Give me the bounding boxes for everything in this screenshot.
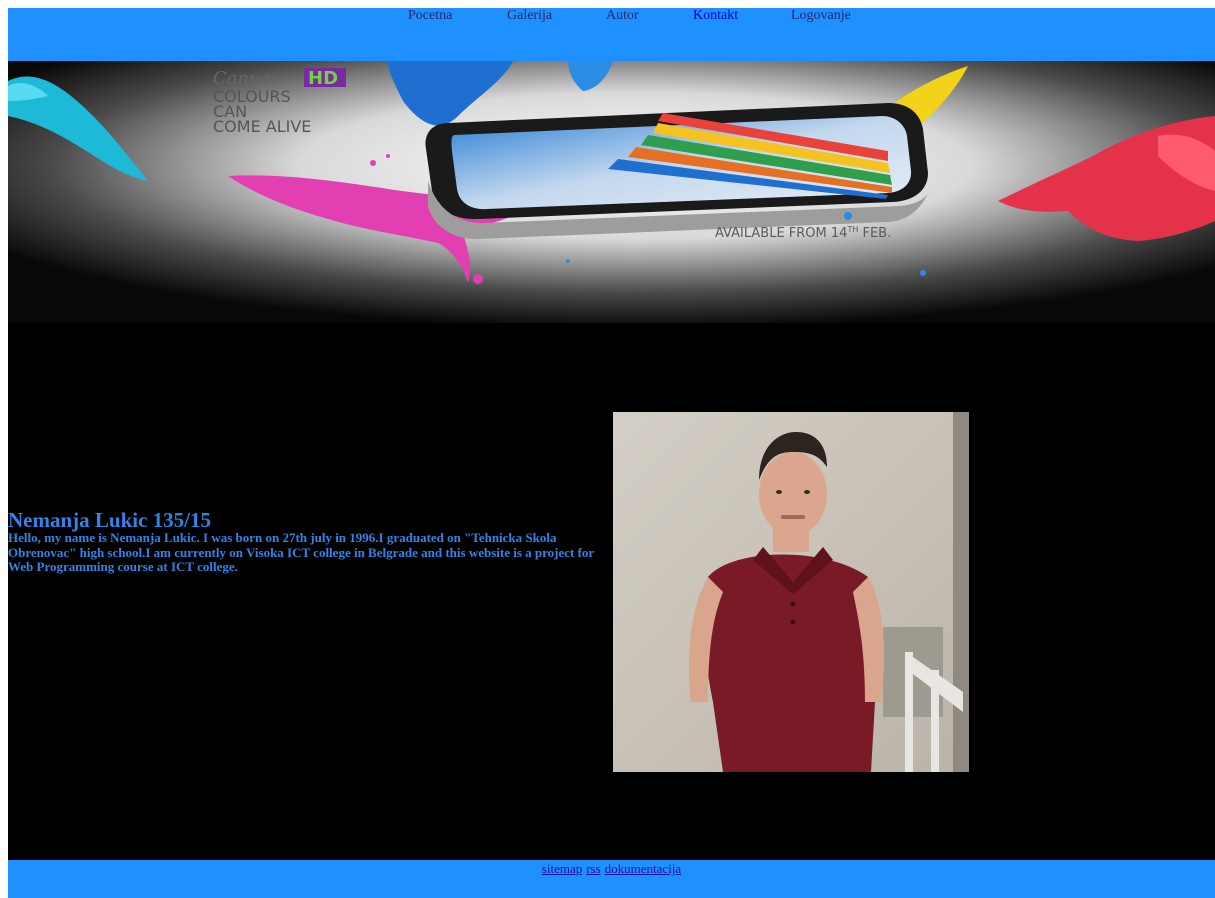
about-text: Hello, my name is Nemanja Lukic. I was b… [8, 530, 594, 574]
banner-tagline-3: COME ALIVE [213, 117, 311, 136]
footer-link-dokumentacija[interactable]: dokumentacija [605, 861, 682, 876]
nav-link-logovanje[interactable]: Logovanje [791, 8, 851, 24]
banner-availability-text: AVAILABLE FROM 14TH FEB. [715, 225, 891, 241]
banner-brand-text: Canvas [213, 68, 279, 89]
nav-link-kontakt[interactable]: Kontakt [693, 8, 738, 24]
about-section: Nemanja Lukic 135/15 Hello, my name is N… [8, 323, 1215, 860]
about-title: Nemanja Lukic 135/15 [8, 508, 212, 532]
footer-link-rss[interactable]: rss [586, 861, 600, 876]
footer-link-sitemap[interactable]: sitemap [542, 861, 582, 876]
banner-brand-hd: HD [308, 68, 338, 89]
nav-link-pocetna[interactable]: Pocetna [408, 8, 452, 24]
top-navigation: Pocetna Galerija Autor Kontakt Logovanje [8, 8, 1215, 61]
page: Pocetna Galerija Autor Kontakt Logovanje [8, 8, 1215, 898]
banner-image: Canvas HD COLOURS CAN COME ALIVE AVAILAB… [8, 61, 1215, 323]
author-photo [613, 412, 969, 772]
nav-link-galerija[interactable]: Galerija [507, 8, 552, 24]
nav-link-autor[interactable]: Autor [606, 8, 639, 24]
footer: sitemap rss dokumentacija [8, 860, 1215, 898]
